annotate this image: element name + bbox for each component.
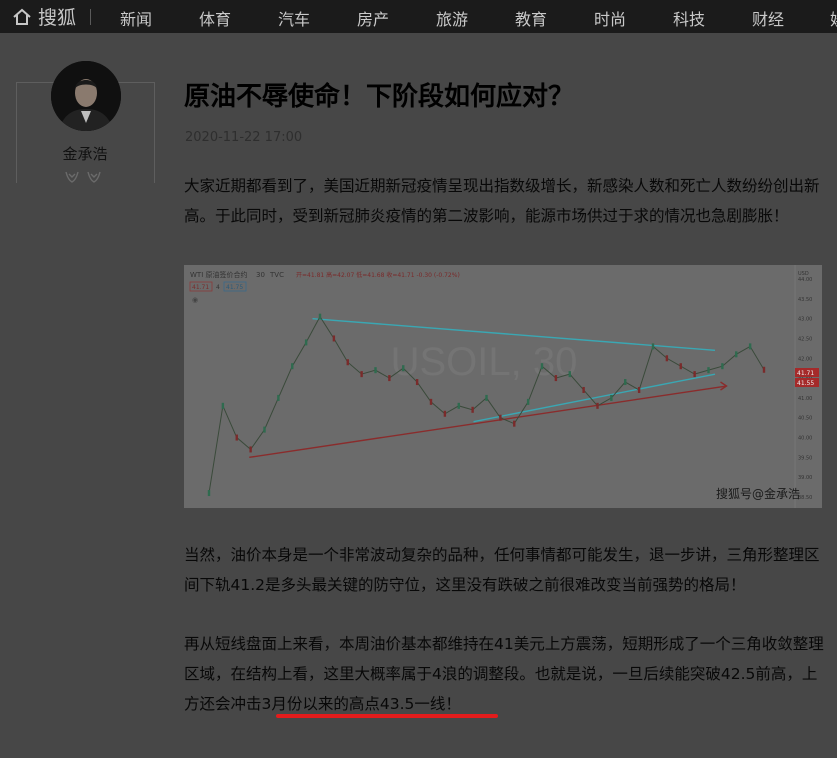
candle	[540, 363, 544, 370]
sohu-home-link[interactable]: 搜狐	[12, 3, 76, 30]
candle	[568, 371, 571, 378]
chart-interval: 30	[256, 271, 265, 279]
avatar-portrait-icon	[51, 61, 121, 131]
candle	[402, 365, 405, 372]
candle	[624, 379, 627, 386]
candle	[249, 446, 252, 453]
candle	[596, 402, 599, 409]
candle	[582, 386, 585, 393]
candle	[610, 394, 613, 401]
nav-item-travel[interactable]: 旅游	[436, 6, 468, 30]
chart-watermark: USOIL, 30	[391, 340, 578, 384]
prev-price-text: 41.55	[797, 380, 814, 387]
candle	[721, 363, 724, 370]
y-tick-label: 42.50	[798, 336, 812, 342]
chart-ohlc-label: 开=41.81 高=42.07 低=41.68 收=41.71 -0.30 (-…	[296, 271, 460, 279]
candle	[207, 490, 211, 497]
candle	[526, 398, 530, 405]
candle	[665, 355, 669, 362]
candle	[318, 313, 322, 320]
price-box-ask-text: 41.75	[226, 284, 243, 291]
chart-canvas: USOIL, 30 WTI 原油签价合约 30 TVC 开=41.81 高=42…	[184, 265, 822, 508]
author-avatar[interactable]	[51, 61, 121, 131]
nav-item-house[interactable]: 房产	[357, 6, 389, 30]
candle	[485, 394, 488, 401]
y-tick-label: 41.00	[798, 396, 812, 402]
candle	[651, 343, 655, 350]
candle	[513, 420, 516, 427]
candle	[415, 379, 419, 386]
candle	[263, 426, 266, 433]
candle	[762, 366, 766, 373]
nav-item-auto[interactable]: 汽车	[278, 6, 310, 30]
candle	[735, 351, 738, 358]
top-navigation-bar: 搜狐 新闻 体育 汽车 房产 旅游 教育 时尚 科技 财经 娱	[0, 0, 837, 33]
eye-icon[interactable]: ◉	[192, 296, 198, 304]
y-tick-label: 40.50	[798, 416, 812, 422]
laurel-badge-icon	[65, 171, 79, 183]
candle	[471, 406, 474, 413]
nav-item-tech[interactable]: 科技	[673, 6, 705, 30]
candle	[360, 371, 363, 378]
candle	[693, 371, 696, 378]
nav-divider	[90, 8, 92, 25]
y-tick-label: 39.50	[798, 455, 812, 461]
y-tick-label: 44.00	[798, 277, 812, 283]
candle	[388, 375, 391, 382]
oil-price-chart: USOIL, 30 WTI 原油签价合约 30 TVC 开=41.81 高=42…	[184, 265, 822, 508]
y-tick-label: 43.50	[798, 297, 812, 303]
nav-item-sports[interactable]: 体育	[199, 6, 231, 30]
candle	[457, 402, 460, 409]
last-price-text: 41.71	[797, 370, 814, 377]
author-name[interactable]: 金承浩	[0, 143, 170, 164]
chart-title: WTI 原油签价合约	[190, 270, 248, 279]
y-tick-label: 38.50	[798, 495, 812, 501]
candle	[332, 335, 336, 342]
candle	[748, 343, 752, 350]
candle	[291, 363, 294, 370]
author-badges	[64, 170, 102, 184]
highlight-underline	[276, 714, 498, 718]
candle	[374, 367, 377, 374]
candle	[499, 414, 502, 421]
laurel-badge-icon	[87, 171, 101, 183]
nav-item-news[interactable]: 新闻	[120, 6, 152, 30]
candle	[707, 367, 710, 374]
nav-item-entertainment[interactable]: 娱	[830, 6, 837, 30]
candle	[443, 410, 447, 417]
price-box-bid-text: 41.71	[192, 284, 209, 291]
chart-credit: 搜狐号@金承浩	[716, 486, 800, 501]
candle	[429, 398, 433, 405]
article-paragraph-1: 大家近期都看到了，美国近期新冠疫情呈现出指数级增长，新感染人数和死亡人数纷纷创出…	[184, 177, 820, 225]
candle	[221, 402, 225, 409]
home-icon	[13, 8, 31, 25]
article-title: 原油不辱使命！下阶段如何应对？	[184, 82, 575, 112]
article-date: 2020-11-22 17:00	[185, 130, 303, 145]
candle	[304, 339, 308, 346]
candle	[277, 394, 280, 401]
logo-text: 搜狐	[38, 7, 77, 29]
candle	[346, 359, 349, 366]
candle	[554, 375, 558, 382]
article-paragraph-3: 再从短线盘面上来看，本周油价基本都维持在41美元上方震荡，短期形成了一个三角收敛…	[184, 635, 824, 713]
nav-item-finance[interactable]: 财经	[752, 6, 784, 30]
y-tick-label: 42.00	[798, 356, 812, 362]
price-box-spread: 4	[216, 284, 220, 291]
nav-item-fashion[interactable]: 时尚	[594, 6, 626, 30]
candle	[235, 434, 238, 441]
article-paragraph-2: 当然，油价本身是一个非常波动复杂的品种，任何事情都可能发生，退一步讲，三角形整理…	[184, 546, 820, 594]
y-tick-label: 40.00	[798, 436, 812, 442]
candle	[637, 386, 641, 393]
chart-source: TVC	[269, 271, 284, 279]
nav-item-education[interactable]: 教育	[515, 6, 547, 30]
candle	[679, 363, 682, 370]
y-tick-label: 39.00	[798, 475, 812, 481]
y-tick-label: 43.00	[798, 317, 812, 323]
